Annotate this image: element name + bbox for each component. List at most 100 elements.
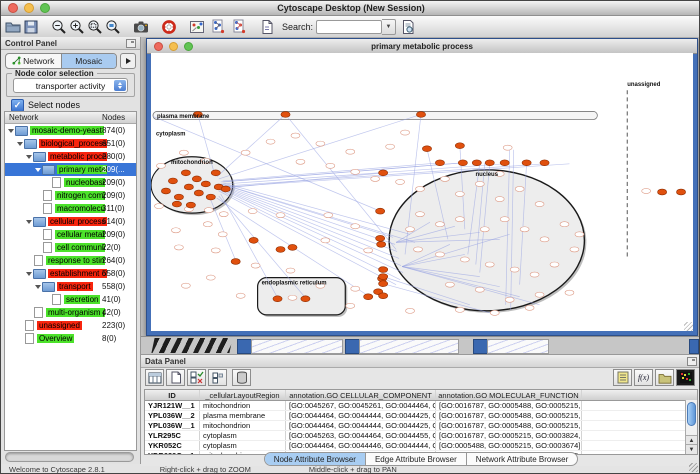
- table-column-header[interactable]: ID: [145, 390, 200, 400]
- network-label-node[interactable]: [455, 191, 464, 196]
- zoom-fit-button[interactable]: [86, 18, 104, 36]
- attribute-list-button[interactable]: [613, 369, 632, 386]
- tree-row[interactable]: nucleobase-209(0): [5, 176, 136, 189]
- network-node[interactable]: [364, 294, 373, 300]
- matrix-view-button[interactable]: [676, 369, 695, 386]
- disclosure-triangle-icon[interactable]: [34, 168, 42, 172]
- network-label-node[interactable]: [174, 245, 183, 250]
- network-label-node[interactable]: [288, 295, 297, 300]
- network-label-node[interactable]: [560, 222, 569, 227]
- clear-attribute-values-button[interactable]: [208, 369, 227, 386]
- disclosure-triangle-icon[interactable]: [25, 220, 33, 224]
- network-node[interactable]: [522, 160, 531, 166]
- network-label-node[interactable]: [416, 186, 425, 191]
- network-label-node[interactable]: [510, 267, 519, 272]
- open-session-button[interactable]: [4, 18, 22, 36]
- window-resize-grip[interactable]: [689, 463, 698, 472]
- network-node[interactable]: [184, 184, 193, 190]
- tree-row[interactable]: cellular process614(0): [5, 215, 136, 228]
- network-node[interactable]: [435, 160, 444, 166]
- network-label-node[interactable]: [550, 262, 559, 267]
- zoom-in-button[interactable]: [68, 18, 86, 36]
- network-label-node[interactable]: [286, 268, 295, 273]
- disclosure-triangle-icon[interactable]: [25, 272, 33, 276]
- table-row[interactable]: YLR295Ccytoplasm[GO:0045263, GO:0044464,…: [145, 431, 697, 441]
- network-label-node[interactable]: [248, 209, 257, 214]
- network-label-node[interactable]: [475, 181, 484, 186]
- network-label-node[interactable]: [296, 159, 305, 164]
- network-label-node[interactable]: [316, 141, 325, 146]
- network-node[interactable]: [379, 281, 388, 287]
- create-new-attribute-button[interactable]: [166, 369, 185, 386]
- frame-titlebar[interactable]: primary metabolic process: [147, 39, 697, 54]
- network-label-node[interactable]: [326, 163, 335, 168]
- network-node[interactable]: [540, 160, 549, 166]
- network-label-node[interactable]: [515, 186, 524, 191]
- network-label-node[interactable]: [505, 297, 514, 302]
- network-node[interactable]: [658, 189, 667, 195]
- tree-row[interactable]: secretion41(0): [5, 293, 136, 306]
- network-label-node[interactable]: [535, 292, 544, 297]
- tree-row[interactable]: macromolecule311(0): [5, 202, 136, 215]
- network-label-node[interactable]: [455, 217, 464, 222]
- new-network-selected-nodes-selected-edges-button[interactable]: [230, 18, 248, 36]
- network-node[interactable]: [379, 293, 388, 299]
- network-label-node[interactable]: [346, 303, 355, 308]
- tree-row[interactable]: nitrogen compo209(0): [5, 189, 136, 202]
- table-column-header[interactable]: _cellularLayoutRegion: [200, 390, 286, 400]
- select-nodes-checkbox[interactable]: ✓: [11, 99, 24, 112]
- tab-mosaic[interactable]: Mosaic: [61, 54, 117, 68]
- network-node[interactable]: [161, 188, 170, 194]
- network-node[interactable]: [458, 160, 467, 166]
- network-label-node[interactable]: [396, 179, 405, 184]
- tree-row[interactable]: establishment of lo558(0): [5, 267, 136, 280]
- network-node[interactable]: [273, 296, 282, 302]
- tab-network[interactable]: Network: [6, 54, 61, 68]
- zoom-out-button[interactable]: [50, 18, 68, 36]
- network-node[interactable]: [288, 244, 297, 250]
- network-node[interactable]: [201, 181, 210, 187]
- table-column-header[interactable]: annotation.GO CELLULAR_COMPONENT: [286, 390, 436, 400]
- float-panel-icon[interactable]: [126, 39, 136, 48]
- select-attributes-button[interactable]: [145, 369, 164, 386]
- new-network-selected-nodes-all-edges-button[interactable]: [209, 18, 227, 36]
- network-label-node[interactable]: [575, 232, 584, 237]
- network-node[interactable]: [455, 143, 464, 149]
- tree-row[interactable]: mosaic-demo-yeast874(0): [5, 124, 136, 137]
- table-row[interactable]: YKR052Ccytoplasm[GO:0044464, GO:0044446,…: [145, 441, 697, 451]
- network-label-node[interactable]: [642, 188, 651, 193]
- network-label-node[interactable]: [181, 283, 190, 288]
- network-label-node[interactable]: [251, 263, 260, 268]
- network-label-node[interactable]: [351, 224, 360, 229]
- disclosure-triangle-icon[interactable]: [16, 142, 24, 146]
- network-canvas[interactable]: plasma membranecytoplasmmitochondrionnuc…: [151, 53, 693, 331]
- network-label-node[interactable]: [490, 310, 499, 315]
- tree-row[interactable]: unassigned223(0): [5, 319, 136, 332]
- network-node[interactable]: [181, 170, 190, 176]
- canvas-resize-grip[interactable]: [684, 322, 693, 331]
- network-node[interactable]: [172, 201, 181, 207]
- disclosure-triangle-icon[interactable]: [34, 285, 42, 289]
- network-node[interactable]: [485, 160, 494, 166]
- network-label-node[interactable]: [218, 232, 227, 237]
- node-color-dropdown[interactable]: transporter activity: [13, 78, 128, 93]
- search-dropdown-button[interactable]: ▼: [382, 19, 396, 35]
- network-label-node[interactable]: [480, 227, 489, 232]
- network-node[interactable]: [301, 296, 310, 302]
- network-node[interactable]: [192, 176, 201, 182]
- network-label-node[interactable]: [156, 163, 165, 168]
- network-node[interactable]: [231, 259, 240, 265]
- network-node[interactable]: [249, 237, 258, 243]
- table-row[interactable]: YPL036W__2plasma membrane[GO:0044464, GO…: [145, 411, 697, 421]
- network-node[interactable]: [281, 112, 290, 118]
- snapshot-button[interactable]: [132, 18, 150, 36]
- network-label-node[interactable]: [171, 228, 180, 233]
- network-node[interactable]: [379, 170, 388, 176]
- network-node[interactable]: [376, 235, 385, 241]
- disclosure-triangle-icon[interactable]: [25, 155, 33, 159]
- network-node[interactable]: [379, 274, 388, 280]
- network-node[interactable]: [206, 194, 215, 200]
- network-label-node[interactable]: [525, 305, 534, 310]
- network-node[interactable]: [211, 170, 220, 176]
- network-label-node[interactable]: [570, 247, 579, 252]
